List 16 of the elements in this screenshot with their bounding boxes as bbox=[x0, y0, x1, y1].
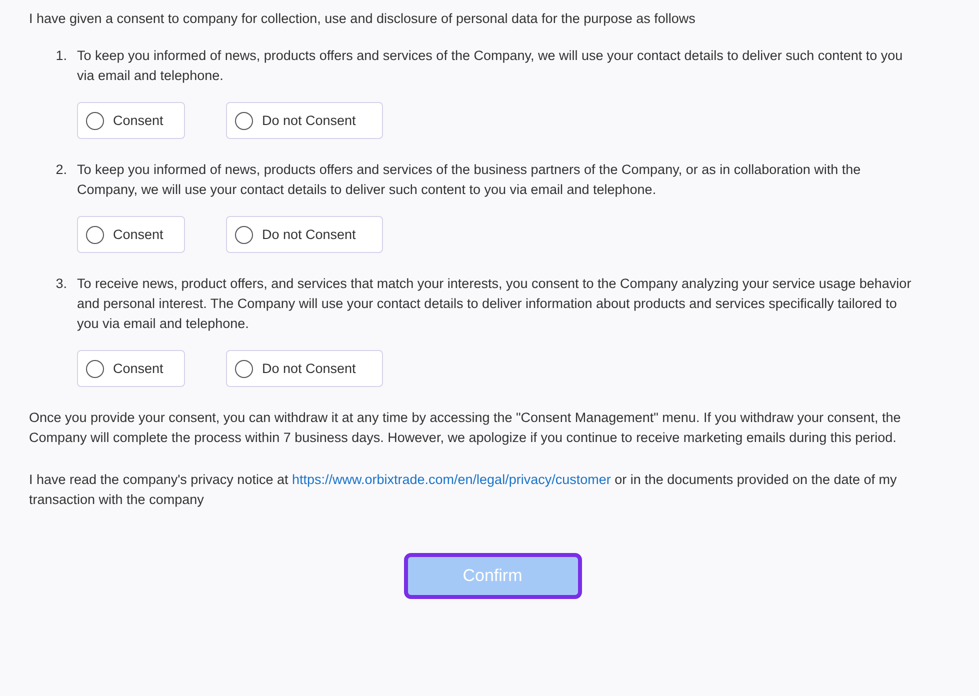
item-number: 2. bbox=[54, 161, 68, 179]
radio-option[interactable]: Do not Consent bbox=[226, 102, 383, 139]
radio-option[interactable]: Do not Consent bbox=[226, 350, 383, 387]
item-text: To keep you informed of news, products offers and services of the business partners of the Company, or as in collaboration with the Company, we will use your contact details to deliver such content to you via email and telephone. bbox=[77, 161, 862, 199]
item-text: To keep you informed of news, products offers and services of the Company, we will use your contact details to deliver such content to you via email and telephone. bbox=[77, 47, 904, 85]
radio-option[interactable]: Consent bbox=[77, 216, 185, 253]
intro-text: I have given a consent to company for collection, use and disclosure of personal data for the purpose as follows bbox=[29, 10, 696, 28]
radio-option[interactable]: Consent bbox=[77, 102, 185, 139]
radio-option[interactable]: Do not Consent bbox=[226, 216, 383, 253]
item-text: To receive news, product offers, and services that match your interests, you consent to the Company analyzing your service usage behavior and personal interest. The Company will use your contact details to deliver information about products and services specifically tailored to you via email and telephone. bbox=[77, 275, 912, 333]
item-number: 3. bbox=[54, 275, 68, 293]
withdraw-note: Once you provide your consent, you can withdraw it at any time by accessing the "Consent Management" menu. If you withdraw your consent, the Company will complete the process within 7 business days. However, we apologize if you continue to receive marketing emails during this period. bbox=[29, 409, 902, 447]
radio-option[interactable]: Consent bbox=[77, 350, 185, 387]
privacy-text: I have read the company's privacy notice at https://www.orbixtrade.com/en/legal/privacy/customer or in the documents provided on the date of my transaction with the company bbox=[29, 471, 898, 509]
privacy-link[interactable]: https://www.orbixtrade.com/en/legal/privacy/customer bbox=[292, 472, 611, 487]
item-number: 1. bbox=[54, 47, 68, 65]
